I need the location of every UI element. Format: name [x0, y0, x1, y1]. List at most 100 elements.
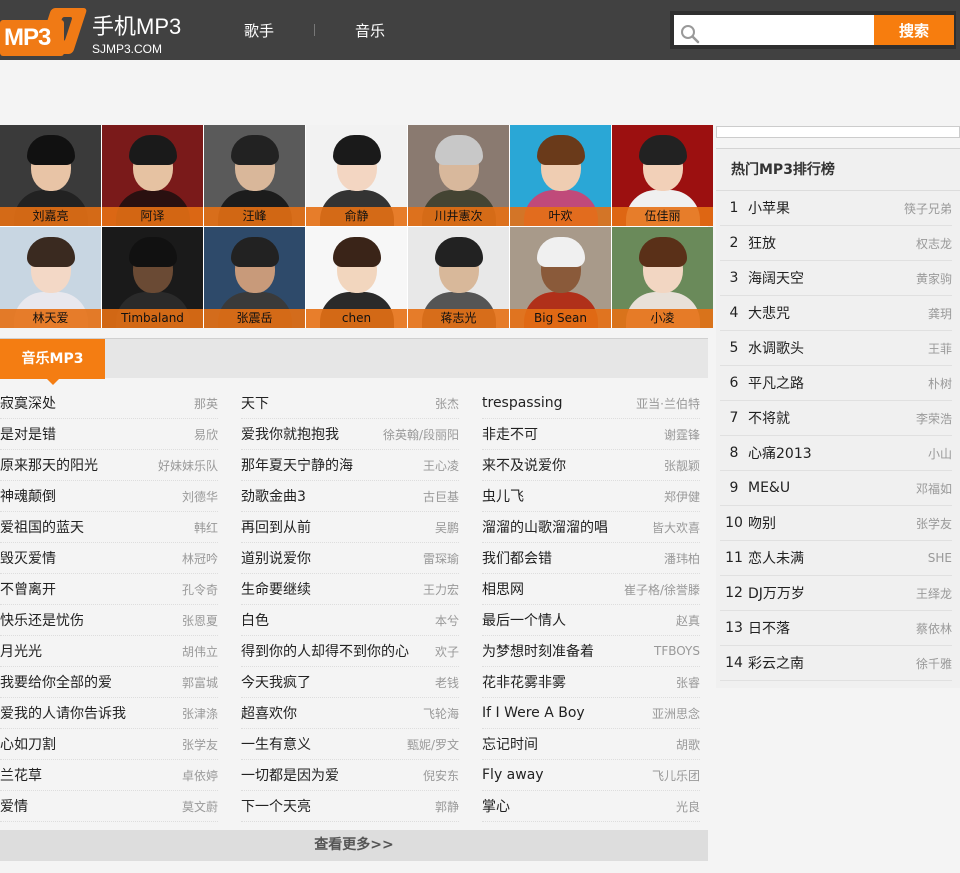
song-artist[interactable]: 赵真: [676, 612, 700, 629]
artist-name[interactable]: 蒋志光: [408, 309, 509, 328]
ranking-artist[interactable]: 蔡依林: [916, 620, 952, 637]
artist-name[interactable]: 伍佳丽: [612, 207, 713, 226]
song-artist[interactable]: 郭富城: [182, 674, 218, 691]
song-title[interactable]: 天下: [241, 393, 269, 413]
ranking-song[interactable]: 大悲咒: [748, 303, 928, 323]
ranking-artist[interactable]: 龚玥: [928, 305, 952, 322]
song-artist[interactable]: 莫文蔚: [182, 798, 218, 815]
artist-tile[interactable]: 叶欢: [510, 125, 611, 226]
artist-name[interactable]: 川井憲次: [408, 207, 509, 226]
song-artist[interactable]: 崔子格/徐誉滕: [624, 581, 700, 598]
song-title[interactable]: 下一个天亮: [241, 796, 311, 816]
song-title[interactable]: 劲歌金曲3: [241, 486, 306, 506]
song-row[interactable]: trespassing 亚当·兰伯特: [482, 388, 700, 419]
nav-singers[interactable]: 歌手: [228, 20, 290, 41]
artist-name[interactable]: 叶欢: [510, 207, 611, 226]
song-row[interactable]: 爱我你就抱抱我 徐英翰/段丽阳: [241, 419, 459, 450]
song-artist[interactable]: 刘德华: [182, 488, 218, 505]
song-row[interactable]: 爱情 莫文蔚: [0, 791, 218, 822]
song-title[interactable]: 快乐还是忧伤: [0, 610, 84, 630]
song-row[interactable]: Fly away 飞儿乐团: [482, 760, 700, 791]
song-title[interactable]: 花非花雾非雾: [482, 672, 566, 692]
song-artist[interactable]: 吴鹏: [435, 519, 459, 536]
song-row[interactable]: 兰花草 卓依婷: [0, 760, 218, 791]
ranking-artist[interactable]: 李荣浩: [916, 410, 952, 427]
song-artist[interactable]: 亚洲思念: [652, 705, 700, 722]
song-title[interactable]: 再回到从前: [241, 517, 311, 537]
song-artist[interactable]: 张恩夏: [182, 612, 218, 629]
song-row[interactable]: 劲歌金曲3 古巨基: [241, 481, 459, 512]
song-row[interactable]: 非走不可 谢霆锋: [482, 419, 700, 450]
ranking-artist[interactable]: 筷子兄弟: [904, 200, 952, 217]
song-row[interactable]: 寂寞深处 那英: [0, 388, 218, 419]
song-row[interactable]: 下一个天亮 郭静: [241, 791, 459, 822]
song-artist[interactable]: 古巨基: [423, 488, 459, 505]
artist-name[interactable]: 小凌: [612, 309, 713, 328]
song-artist[interactable]: 王力宏: [423, 581, 459, 598]
song-artist[interactable]: 好妹妹乐队: [158, 457, 218, 474]
song-row[interactable]: 再回到从前 吴鹏: [241, 512, 459, 543]
song-row[interactable]: If I Were A Boy 亚洲思念: [482, 698, 700, 729]
song-row[interactable]: 溜溜的山歌溜溜的唱 皆大欢喜: [482, 512, 700, 543]
artist-name[interactable]: 刘嘉亮: [0, 207, 101, 226]
song-artist[interactable]: 欢子: [435, 643, 459, 660]
ranking-song[interactable]: ME&U: [748, 480, 916, 496]
song-title[interactable]: 最后一个情人: [482, 610, 566, 630]
ranking-artist[interactable]: 朴树: [928, 375, 952, 392]
ranking-artist[interactable]: 黄家驹: [916, 270, 952, 287]
song-row[interactable]: 我要给你全部的爱 郭富城: [0, 667, 218, 698]
song-title[interactable]: 我要给你全部的爱: [0, 672, 112, 692]
song-artist[interactable]: 张津涤: [182, 705, 218, 722]
song-title[interactable]: 虫儿飞: [482, 486, 524, 506]
artist-tile[interactable]: chen: [306, 227, 407, 328]
song-row[interactable]: 虫儿飞 郑伊健: [482, 481, 700, 512]
song-title[interactable]: 毁灭爱情: [0, 548, 56, 568]
ranking-item[interactable]: 1 小苹果 筷子兄弟: [720, 191, 952, 226]
ranking-item[interactable]: 5 水调歌头 王菲: [720, 331, 952, 366]
song-row[interactable]: 不曾离开 孔令奇: [0, 574, 218, 605]
song-row[interactable]: 天下 张杰: [241, 388, 459, 419]
song-title[interactable]: 兰花草: [0, 765, 42, 785]
song-title[interactable]: 溜溜的山歌溜溜的唱: [482, 517, 608, 537]
song-title[interactable]: 来不及说爱你: [482, 455, 566, 475]
artist-tile[interactable]: 川井憲次: [408, 125, 509, 226]
song-artist[interactable]: 光良: [676, 798, 700, 815]
ranking-song[interactable]: 日不落: [748, 618, 916, 638]
ranking-item[interactable]: 3 海阔天空 黄家驹: [720, 261, 952, 296]
song-artist[interactable]: 皆大欢喜: [652, 519, 700, 536]
song-artist[interactable]: 老钱: [435, 674, 459, 691]
ranking-artist[interactable]: SHE: [928, 551, 952, 565]
song-row[interactable]: 今天我疯了 老钱: [241, 667, 459, 698]
song-title[interactable]: 忘记时间: [482, 734, 538, 754]
song-row[interactable]: 月光光 胡伟立: [0, 636, 218, 667]
song-row[interactable]: 忘记时间 胡歌: [482, 729, 700, 760]
song-title[interactable]: 超喜欢你: [241, 703, 297, 723]
song-row[interactable]: 一生有意义 甄妮/罗文: [241, 729, 459, 760]
song-artist[interactable]: 谢霆锋: [664, 426, 700, 443]
artist-name[interactable]: 阿译: [102, 207, 203, 226]
song-title[interactable]: Fly away: [482, 767, 544, 783]
artist-tile[interactable]: 刘嘉亮: [0, 125, 101, 226]
song-artist[interactable]: 本兮: [435, 612, 459, 629]
ranking-item[interactable]: 2 狂放 权志龙: [720, 226, 952, 261]
ranking-item[interactable]: 14 彩云之南 徐千雅: [720, 646, 952, 681]
artist-tile[interactable]: 伍佳丽: [612, 125, 713, 226]
artist-tile[interactable]: 汪峰: [204, 125, 305, 226]
ranking-artist[interactable]: 权志龙: [916, 235, 952, 252]
song-artist[interactable]: 张杰: [435, 395, 459, 412]
song-artist[interactable]: 倪安东: [423, 767, 459, 784]
song-row[interactable]: 我们都会错 潘玮柏: [482, 543, 700, 574]
view-more-button[interactable]: 查看更多>>: [0, 830, 708, 861]
song-row[interactable]: 道别说爱你 雷琛瑜: [241, 543, 459, 574]
ranking-item[interactable]: 11 恋人未满 SHE: [720, 541, 952, 576]
song-artist[interactable]: 韩红: [194, 519, 218, 536]
song-title[interactable]: 爱我的人请你告诉我: [0, 703, 126, 723]
ranking-song[interactable]: 平凡之路: [748, 373, 928, 393]
song-title[interactable]: 神魂颠倒: [0, 486, 56, 506]
ranking-artist[interactable]: 王菲: [928, 340, 952, 357]
ranking-song[interactable]: 海阔天空: [748, 268, 916, 288]
song-title[interactable]: 原来那天的阳光: [0, 455, 98, 475]
song-title[interactable]: 相思网: [482, 579, 524, 599]
song-title[interactable]: 得到你的人却得不到你的心: [241, 641, 409, 661]
site-logo[interactable]: MP3 手机MP3 SJMP3.COM: [0, 6, 200, 56]
